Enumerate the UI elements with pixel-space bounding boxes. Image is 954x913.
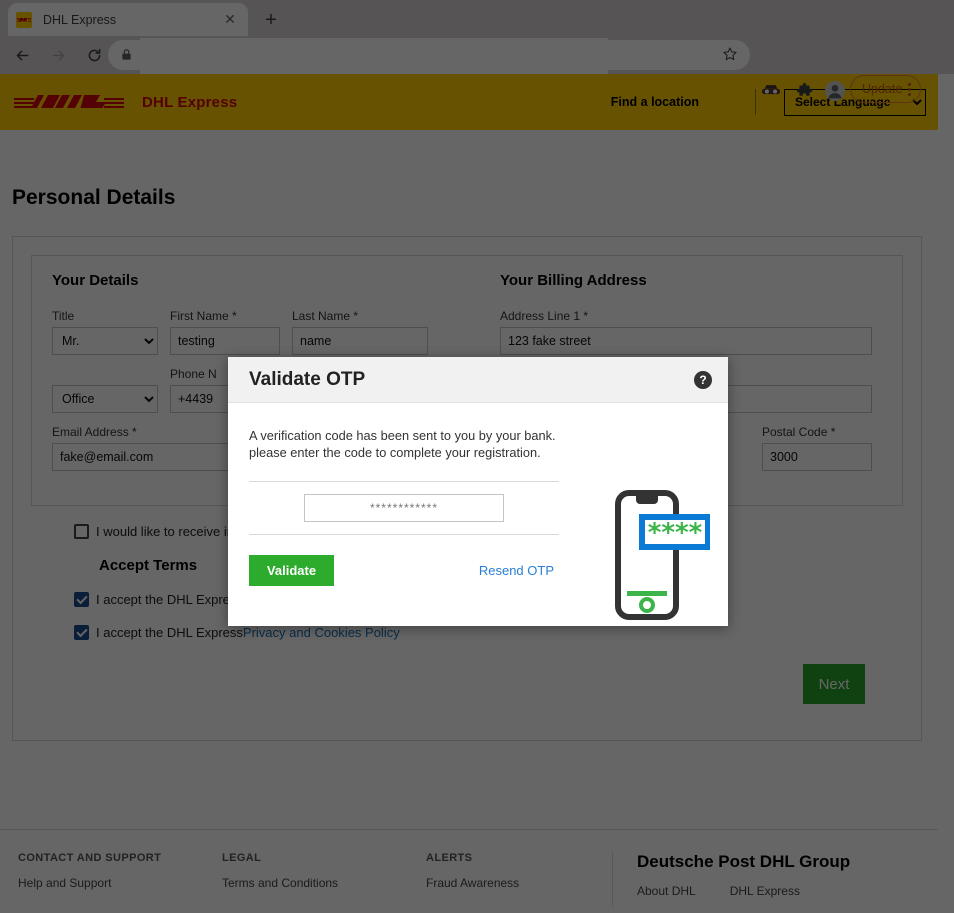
modal-description: A verification code has been sent to you… bbox=[249, 428, 556, 461]
modal-body: A verification code has been sent to you… bbox=[228, 403, 728, 620]
modal-title: Validate OTP bbox=[249, 368, 366, 390]
validate-otp-modal: Validate OTP ? A verification code has b… bbox=[228, 357, 728, 626]
modal-header: Validate OTP ? bbox=[228, 357, 728, 403]
resend-otp-link[interactable]: Resend OTP bbox=[479, 563, 554, 578]
otp-input[interactable] bbox=[304, 494, 504, 523]
validate-button[interactable]: Validate bbox=[249, 555, 334, 587]
phone-otp-illustration: **** bbox=[610, 489, 711, 626]
phone-otp-icon: **** bbox=[615, 490, 711, 620]
modal-divider-top bbox=[249, 481, 559, 483]
svg-text:****: **** bbox=[648, 518, 703, 548]
question-mark-icon[interactable]: ? bbox=[694, 370, 712, 389]
modal-divider-bottom bbox=[249, 534, 559, 536]
